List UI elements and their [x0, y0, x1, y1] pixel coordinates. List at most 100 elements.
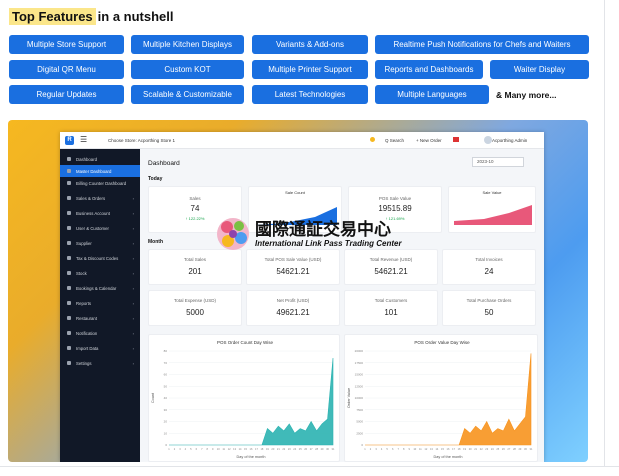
- x-tick-label: 27: [310, 447, 313, 451]
- x-tick-label: 5: [386, 447, 388, 451]
- x-tick-label: 28: [315, 447, 318, 451]
- search-button: Q Search: [385, 138, 405, 143]
- chevron-right-icon: ›: [132, 315, 134, 321]
- sidebar-item-label: Bookings & Calendar: [76, 285, 117, 291]
- chevron-right-icon: ›: [132, 255, 134, 261]
- sidebar-item[interactable]: User & Customer ›: [60, 222, 140, 234]
- card-label: Total Expense (USD): [173, 298, 217, 303]
- sidebar-item-label: Settings: [76, 360, 92, 366]
- x-tick-label: 17: [255, 447, 258, 451]
- feature-pill: Multiple Printer Support: [252, 60, 368, 79]
- y-tick-label: 70: [164, 361, 168, 365]
- sidebar-item[interactable]: Supplier ›: [60, 237, 140, 249]
- x-tick-label: 11: [419, 447, 422, 451]
- card-label: Total Sales: [183, 257, 206, 262]
- x-tick-label: 5: [190, 447, 192, 451]
- sidebar-item-label: Supplier: [76, 240, 92, 246]
- month-stat-card: Net Profit (USD) 49621.21: [246, 290, 340, 326]
- x-tick-label: 13: [430, 447, 433, 451]
- y-tick-label: 17500: [355, 361, 364, 365]
- chart-title: POS Order Count Day Wise: [217, 340, 274, 345]
- x-tick-label: 21: [474, 447, 477, 451]
- x-tick-label: 13: [233, 447, 236, 451]
- user-name: Acporthing Admin: [492, 138, 528, 143]
- y-tick-label: 7500: [356, 408, 363, 412]
- y-tick-label: 20000: [355, 349, 364, 353]
- sale-value-mini-chart: [454, 205, 532, 225]
- x-tick-label: 9: [212, 447, 214, 451]
- chevron-right-icon: ›: [132, 285, 134, 291]
- flag-icon: [453, 137, 459, 142]
- x-tick-label: 3: [375, 447, 377, 451]
- sidebar-item[interactable]: Settings ›: [60, 357, 140, 369]
- x-tick-label: 14: [435, 447, 438, 451]
- x-tick-label: 8: [207, 447, 209, 451]
- sidebar-item[interactable]: Bookings & Calendar ›: [60, 282, 140, 294]
- card-label: Sales: [189, 196, 201, 201]
- sidebar-item[interactable]: Billing Counter Dashboard: [60, 177, 140, 189]
- chevron-right-icon: ›: [132, 270, 134, 276]
- sidebar-item-icon: [67, 331, 71, 335]
- x-tick-label: 30: [524, 447, 527, 451]
- sidebar-item[interactable]: Dashboard: [60, 153, 140, 165]
- sidebar-item-icon: [67, 256, 71, 260]
- feature-pill: Digital QR Menu: [9, 60, 124, 79]
- x-tick-label: 7: [397, 447, 399, 451]
- sidebar-item[interactable]: Reports ›: [60, 297, 140, 309]
- x-tick-label: 17: [452, 447, 455, 451]
- x-tick-label: 6: [392, 447, 394, 451]
- y-tick-label: 80: [164, 349, 168, 353]
- x-tick-label: 16: [250, 447, 253, 451]
- x-tick-label: 2: [174, 447, 176, 451]
- sidebar-item-icon: [67, 271, 71, 275]
- sidebar-item-icon: [67, 196, 71, 200]
- x-tick-label: 7: [201, 447, 203, 451]
- watermark: 國際通証交易中心 International Link Pass Trading…: [213, 213, 413, 255]
- sidebar-item[interactable]: Tax & Discount Codes ›: [60, 252, 140, 264]
- chevron-right-icon: ›: [132, 345, 134, 351]
- sidebar-item-icon: [67, 361, 71, 365]
- sidebar-item[interactable]: Master Dashboard: [60, 165, 140, 177]
- order-count-chart-card: POS Order Count Day Wise 0 10 20 30 40 50 60 70 8…: [148, 334, 340, 462]
- chevron-right-icon: ›: [132, 360, 134, 366]
- sidebar-item-icon: [67, 286, 71, 290]
- feature-pill: Variants & Add-ons: [252, 35, 368, 54]
- card-label: Total Invoices: [475, 257, 503, 262]
- y-tick-label: 0: [361, 443, 363, 447]
- x-tick-label: 18: [458, 447, 461, 451]
- chart-title: POS Order Value Day Wise: [414, 340, 470, 345]
- feature-pill: Reports and Dashboards: [375, 60, 483, 79]
- feature-pill: Latest Technologies: [252, 85, 368, 104]
- x-tick-label: 1: [364, 447, 366, 451]
- sidebar-item[interactable]: Stock ›: [60, 267, 140, 279]
- x-tick-label: 1: [168, 447, 170, 451]
- sidebar-item-icon: [67, 169, 71, 173]
- x-tick-label: 6: [196, 447, 198, 451]
- card-value: 201: [188, 267, 202, 276]
- watermark-english: International Link Pass Trading Center: [255, 239, 402, 248]
- sidebar-item-label: Billing Counter Dashboard: [76, 180, 127, 186]
- x-tick-label: 21: [277, 447, 280, 451]
- x-tick-label: 24: [293, 447, 296, 451]
- y-tick-label: 20: [164, 420, 168, 424]
- card-value: 49621.21: [276, 308, 310, 317]
- heading-highlight: Top Features: [9, 7, 96, 25]
- card-value: 54621.21: [276, 267, 310, 276]
- sidebar-item[interactable]: Business Account ›: [60, 207, 140, 219]
- sidebar-item-label: Notification: [76, 330, 98, 336]
- x-tick-label: 20: [469, 447, 472, 451]
- menu-icon: ☰: [80, 135, 88, 144]
- card-label: POS Sale Value: [378, 196, 412, 201]
- app-screenshot: R ☰ Choose Store: Acporthing Store 1 Q S…: [60, 132, 544, 462]
- sidebar-item[interactable]: Notification ›: [60, 327, 140, 339]
- x-tick-label: 29: [518, 447, 521, 451]
- sidebar-item[interactable]: Import Data ›: [60, 342, 140, 354]
- sidebar-item-label: Tax & Discount Codes: [76, 255, 119, 261]
- sidebar-item-label: Business Account: [76, 210, 110, 216]
- sidebar-item-label: Dashboard: [76, 156, 98, 162]
- sidebar-item[interactable]: Restaurant ›: [60, 312, 140, 324]
- store-selector: Choose Store: Acporthing Store 1: [108, 138, 176, 143]
- sidebar-item[interactable]: Sales & Orders ›: [60, 192, 140, 204]
- month-stat-card: Total Invoices 24: [442, 249, 536, 285]
- mini-chart-title: Sale Count: [285, 190, 305, 195]
